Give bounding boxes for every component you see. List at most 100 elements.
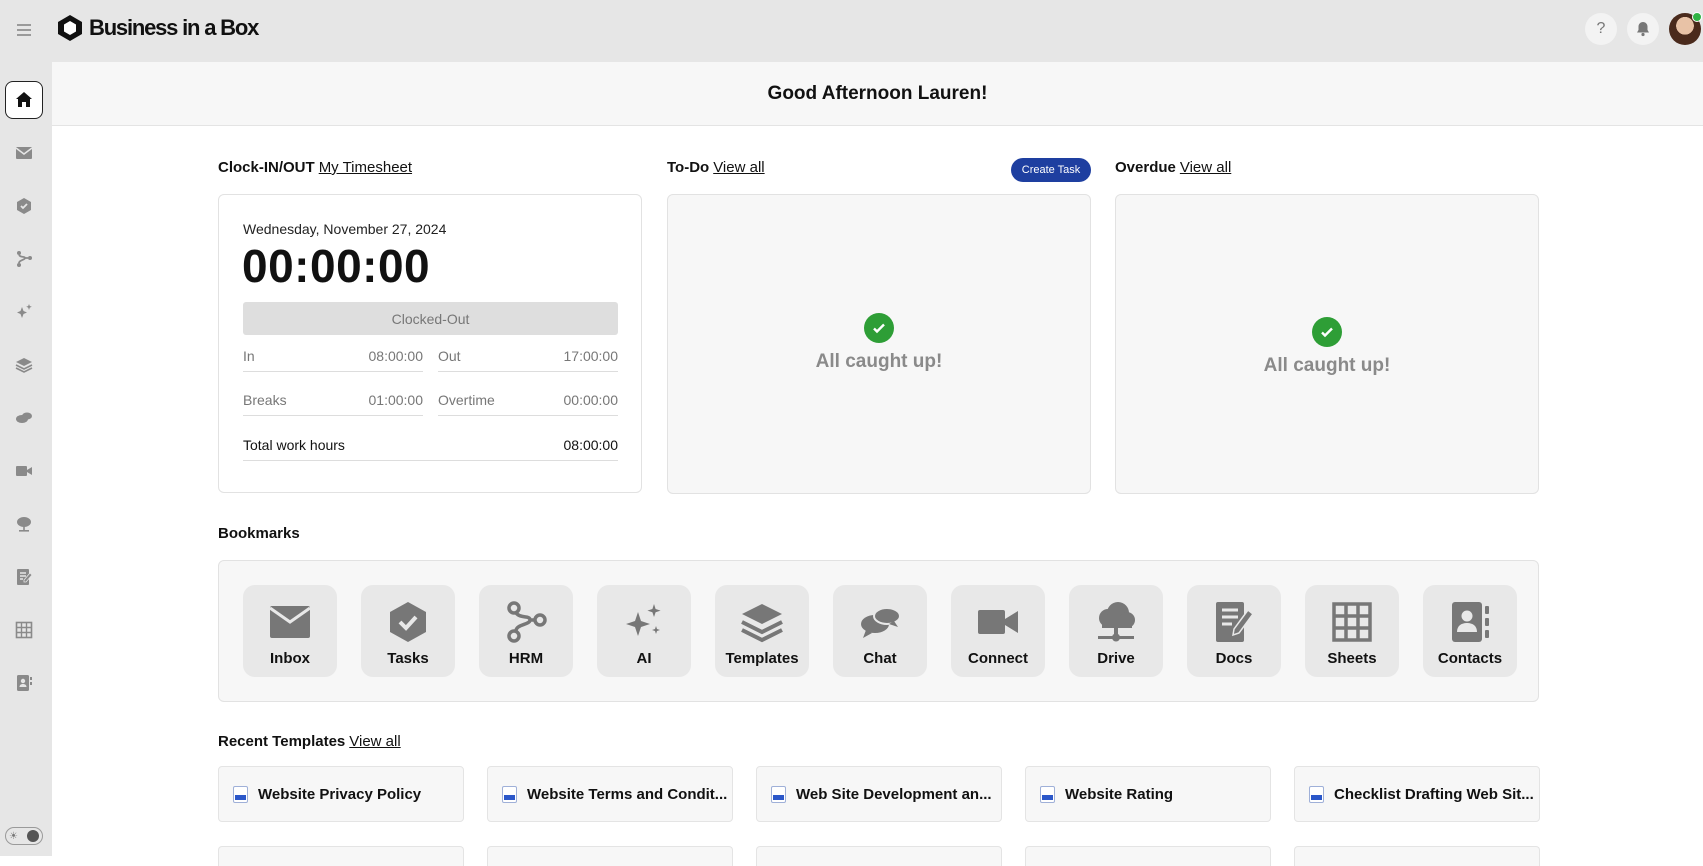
task-shield-icon (390, 602, 426, 642)
bookmarks-title: Bookmarks (218, 525, 300, 542)
grid-icon (15, 621, 33, 639)
sidebar-item-sheets[interactable] (5, 611, 43, 649)
bookmark-label: Connect (968, 650, 1028, 667)
sidebar-item-templates[interactable] (5, 346, 43, 384)
bookmark-label: Drive (1097, 650, 1135, 667)
bookmark-label: Contacts (1437, 650, 1503, 667)
bookmark-label: Tasks (387, 650, 429, 667)
envelope-icon (15, 147, 33, 159)
chat-icon (16, 412, 32, 423)
bookmark-label: Chat (863, 650, 897, 667)
overdue-title: Overdue (1115, 159, 1176, 176)
clock-title: Clock-IN/OUT (218, 159, 315, 176)
theme-toggle[interactable]: ☀ (5, 827, 43, 845)
docs-icon (1216, 602, 1255, 642)
main-content: Good Afternoon Lauren! Clock-IN/OUT My Ti… (52, 62, 1703, 866)
contacts-icon (17, 675, 32, 691)
overtime-value: 00:00:00 (563, 391, 619, 408)
clock-out-row: Out 17:00:00 (438, 340, 618, 372)
sidebar-item-contacts[interactable] (5, 664, 43, 702)
bookmark-label: AI (636, 650, 652, 667)
sidebar: ☀ (0, 62, 52, 856)
notifications-button[interactable] (1627, 13, 1659, 45)
sidebar-item-connect[interactable] (5, 452, 43, 490)
bookmark-tasks[interactable]: Tasks (361, 585, 455, 677)
top-bar: Business in a Box ? (0, 0, 1703, 62)
bookmark-chat[interactable]: Chat (833, 585, 927, 677)
template-card-partial[interactable] (756, 846, 1002, 866)
hrm-icon (507, 601, 547, 643)
sidebar-item-inbox[interactable] (5, 134, 43, 172)
logo[interactable]: Business in a Box (57, 14, 259, 42)
sidebar-item-tasks[interactable] (5, 187, 43, 225)
task-shield-icon (17, 198, 31, 214)
template-name: Web Site Development an... (796, 785, 992, 803)
out-value: 17:00:00 (563, 347, 619, 364)
my-timesheet-link[interactable]: My Timesheet (319, 159, 412, 176)
template-card[interactable]: Checklist Drafting Web Sit... (1294, 766, 1540, 822)
sidebar-item-docs[interactable] (5, 558, 43, 596)
sidebar-item-chat[interactable] (5, 399, 43, 437)
menu-icon[interactable] (14, 20, 34, 40)
template-card-partial[interactable] (218, 846, 464, 866)
todo-section-title: To-Do View all (667, 159, 765, 176)
bookmark-label: Inbox (270, 650, 310, 667)
clock-card: Wednesday, November 27, 2024 00:00:00 Cl… (218, 194, 642, 493)
todo-title: To-Do (667, 159, 710, 176)
out-label: Out (438, 347, 461, 364)
bookmark-docs[interactable]: Docs (1187, 585, 1281, 677)
template-card[interactable]: Website Privacy Policy (218, 766, 464, 822)
sidebar-item-drive[interactable] (5, 505, 43, 543)
layers-icon (15, 358, 33, 373)
bookmark-hrm[interactable]: HRM (479, 585, 573, 677)
bookmark-label: Docs (1215, 650, 1253, 667)
clock-section-title: Clock-IN/OUT My Timesheet (218, 159, 412, 176)
recent-templates-view-all-link[interactable]: View all (349, 733, 400, 750)
overdue-view-all-link[interactable]: View all (1180, 159, 1231, 176)
create-task-button[interactable]: Create Task (1011, 158, 1091, 182)
template-card-partial[interactable] (487, 846, 733, 866)
contacts-icon (1452, 602, 1489, 642)
greeting-banner: Good Afternoon Lauren! (52, 62, 1703, 126)
todo-card: All caught up! (667, 194, 1091, 494)
template-card[interactable]: Website Rating (1025, 766, 1271, 822)
template-card[interactable]: Web Site Development an... (756, 766, 1002, 822)
template-card[interactable]: Website Terms and Condit... (487, 766, 733, 822)
document-file-icon (1309, 785, 1324, 803)
cloud-icon (1098, 602, 1135, 642)
bookmark-inbox[interactable]: Inbox (243, 585, 337, 677)
sparkles-icon (626, 604, 661, 636)
overdue-card: All caught up! (1115, 194, 1539, 494)
bookmark-sheets[interactable]: Sheets (1305, 585, 1399, 677)
bookmark-templates[interactable]: Templates (715, 585, 809, 677)
clock-status-button[interactable]: Clocked-Out (243, 302, 618, 335)
logo-hexagon-icon (58, 15, 82, 41)
chat-icon (861, 607, 901, 638)
bookmark-connect[interactable]: Connect (951, 585, 1045, 677)
template-name: Website Terms and Condit... (527, 785, 728, 803)
video-icon (978, 610, 1018, 634)
bookmark-label: HRM (508, 650, 544, 667)
document-file-icon (1040, 785, 1055, 803)
overtime-label: Overtime (438, 391, 495, 408)
docs-icon (17, 569, 33, 585)
bookmark-label: Templates (725, 650, 799, 667)
template-card-partial[interactable] (1025, 846, 1271, 866)
question-icon: ? (1596, 20, 1606, 37)
template-card-partial[interactable] (1294, 846, 1540, 866)
sidebar-item-hrm[interactable] (5, 240, 43, 278)
bookmark-ai[interactable]: AI (597, 585, 691, 677)
template-name: Website Rating (1065, 785, 1174, 803)
overdue-section-title: Overdue View all (1115, 159, 1231, 176)
todo-view-all-link[interactable]: View all (713, 159, 764, 176)
avatar[interactable] (1669, 12, 1702, 45)
video-icon (16, 466, 32, 476)
sidebar-item-ai[interactable] (5, 293, 43, 331)
bookmark-contacts[interactable]: Contacts (1423, 585, 1517, 677)
sidebar-item-home[interactable] (5, 81, 43, 119)
bookmark-drive[interactable]: Drive (1069, 585, 1163, 677)
help-button[interactable]: ? (1585, 13, 1617, 45)
total-value: 08:00:00 (563, 436, 619, 453)
document-file-icon (502, 785, 517, 803)
hrm-icon (17, 251, 32, 267)
